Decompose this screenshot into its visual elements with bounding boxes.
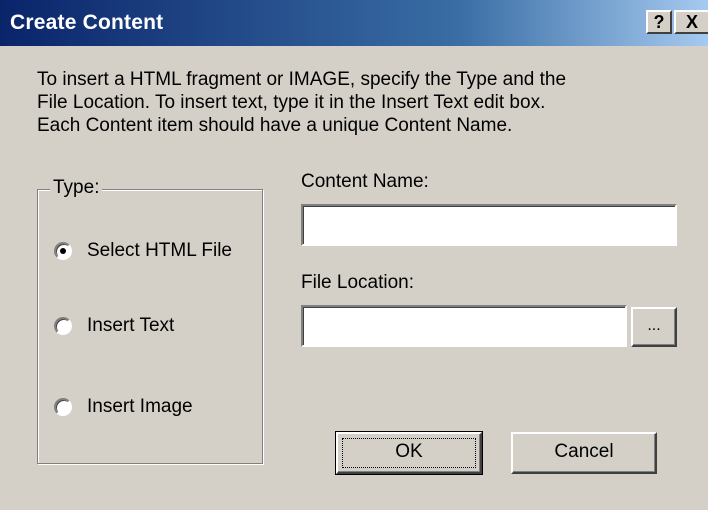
instructions-line: To insert a HTML fragment or IMAGE, spec…	[37, 69, 567, 90]
radio-button-checked-icon[interactable]	[54, 242, 72, 260]
radio-insert-image[interactable]: Insert Image	[54, 395, 193, 419]
radio-label-insert-image: Insert Image	[87, 396, 193, 417]
file-location-input[interactable]	[301, 305, 627, 347]
close-button[interactable]: X	[674, 10, 708, 34]
ok-button[interactable]: OK	[335, 431, 483, 475]
instructions-line: Each Content item should have a unique C…	[37, 115, 513, 136]
file-location-label: File Location:	[301, 272, 415, 293]
radio-button-icon[interactable]	[54, 317, 72, 335]
window-title: Create Content	[10, 11, 164, 34]
content-name-label: Content Name:	[301, 171, 429, 192]
focus-rectangle	[342, 438, 476, 468]
radio-select-html-file[interactable]: Select HTML File	[54, 239, 232, 263]
radio-insert-text[interactable]: Insert Text	[54, 314, 174, 338]
radio-label-insert-text: Insert Text	[87, 315, 175, 336]
content-name-input[interactable]	[301, 204, 677, 246]
type-group-legend: Type:	[50, 176, 103, 200]
help-button[interactable]: ?	[646, 10, 672, 34]
browse-button[interactable]: ...	[631, 307, 677, 347]
instructions-text: To insert a HTML fragment or IMAGE, spec…	[37, 68, 667, 137]
radio-label-select-html-file: Select HTML File	[87, 240, 232, 261]
radio-button-icon[interactable]	[54, 398, 72, 416]
cancel-button[interactable]: Cancel	[511, 432, 657, 474]
title-bar: Create Content ? X	[0, 0, 708, 46]
instructions-line: File Location. To insert text, type it i…	[37, 92, 546, 113]
create-content-dialog: Create Content ? X To insert a HTML frag…	[0, 0, 708, 510]
